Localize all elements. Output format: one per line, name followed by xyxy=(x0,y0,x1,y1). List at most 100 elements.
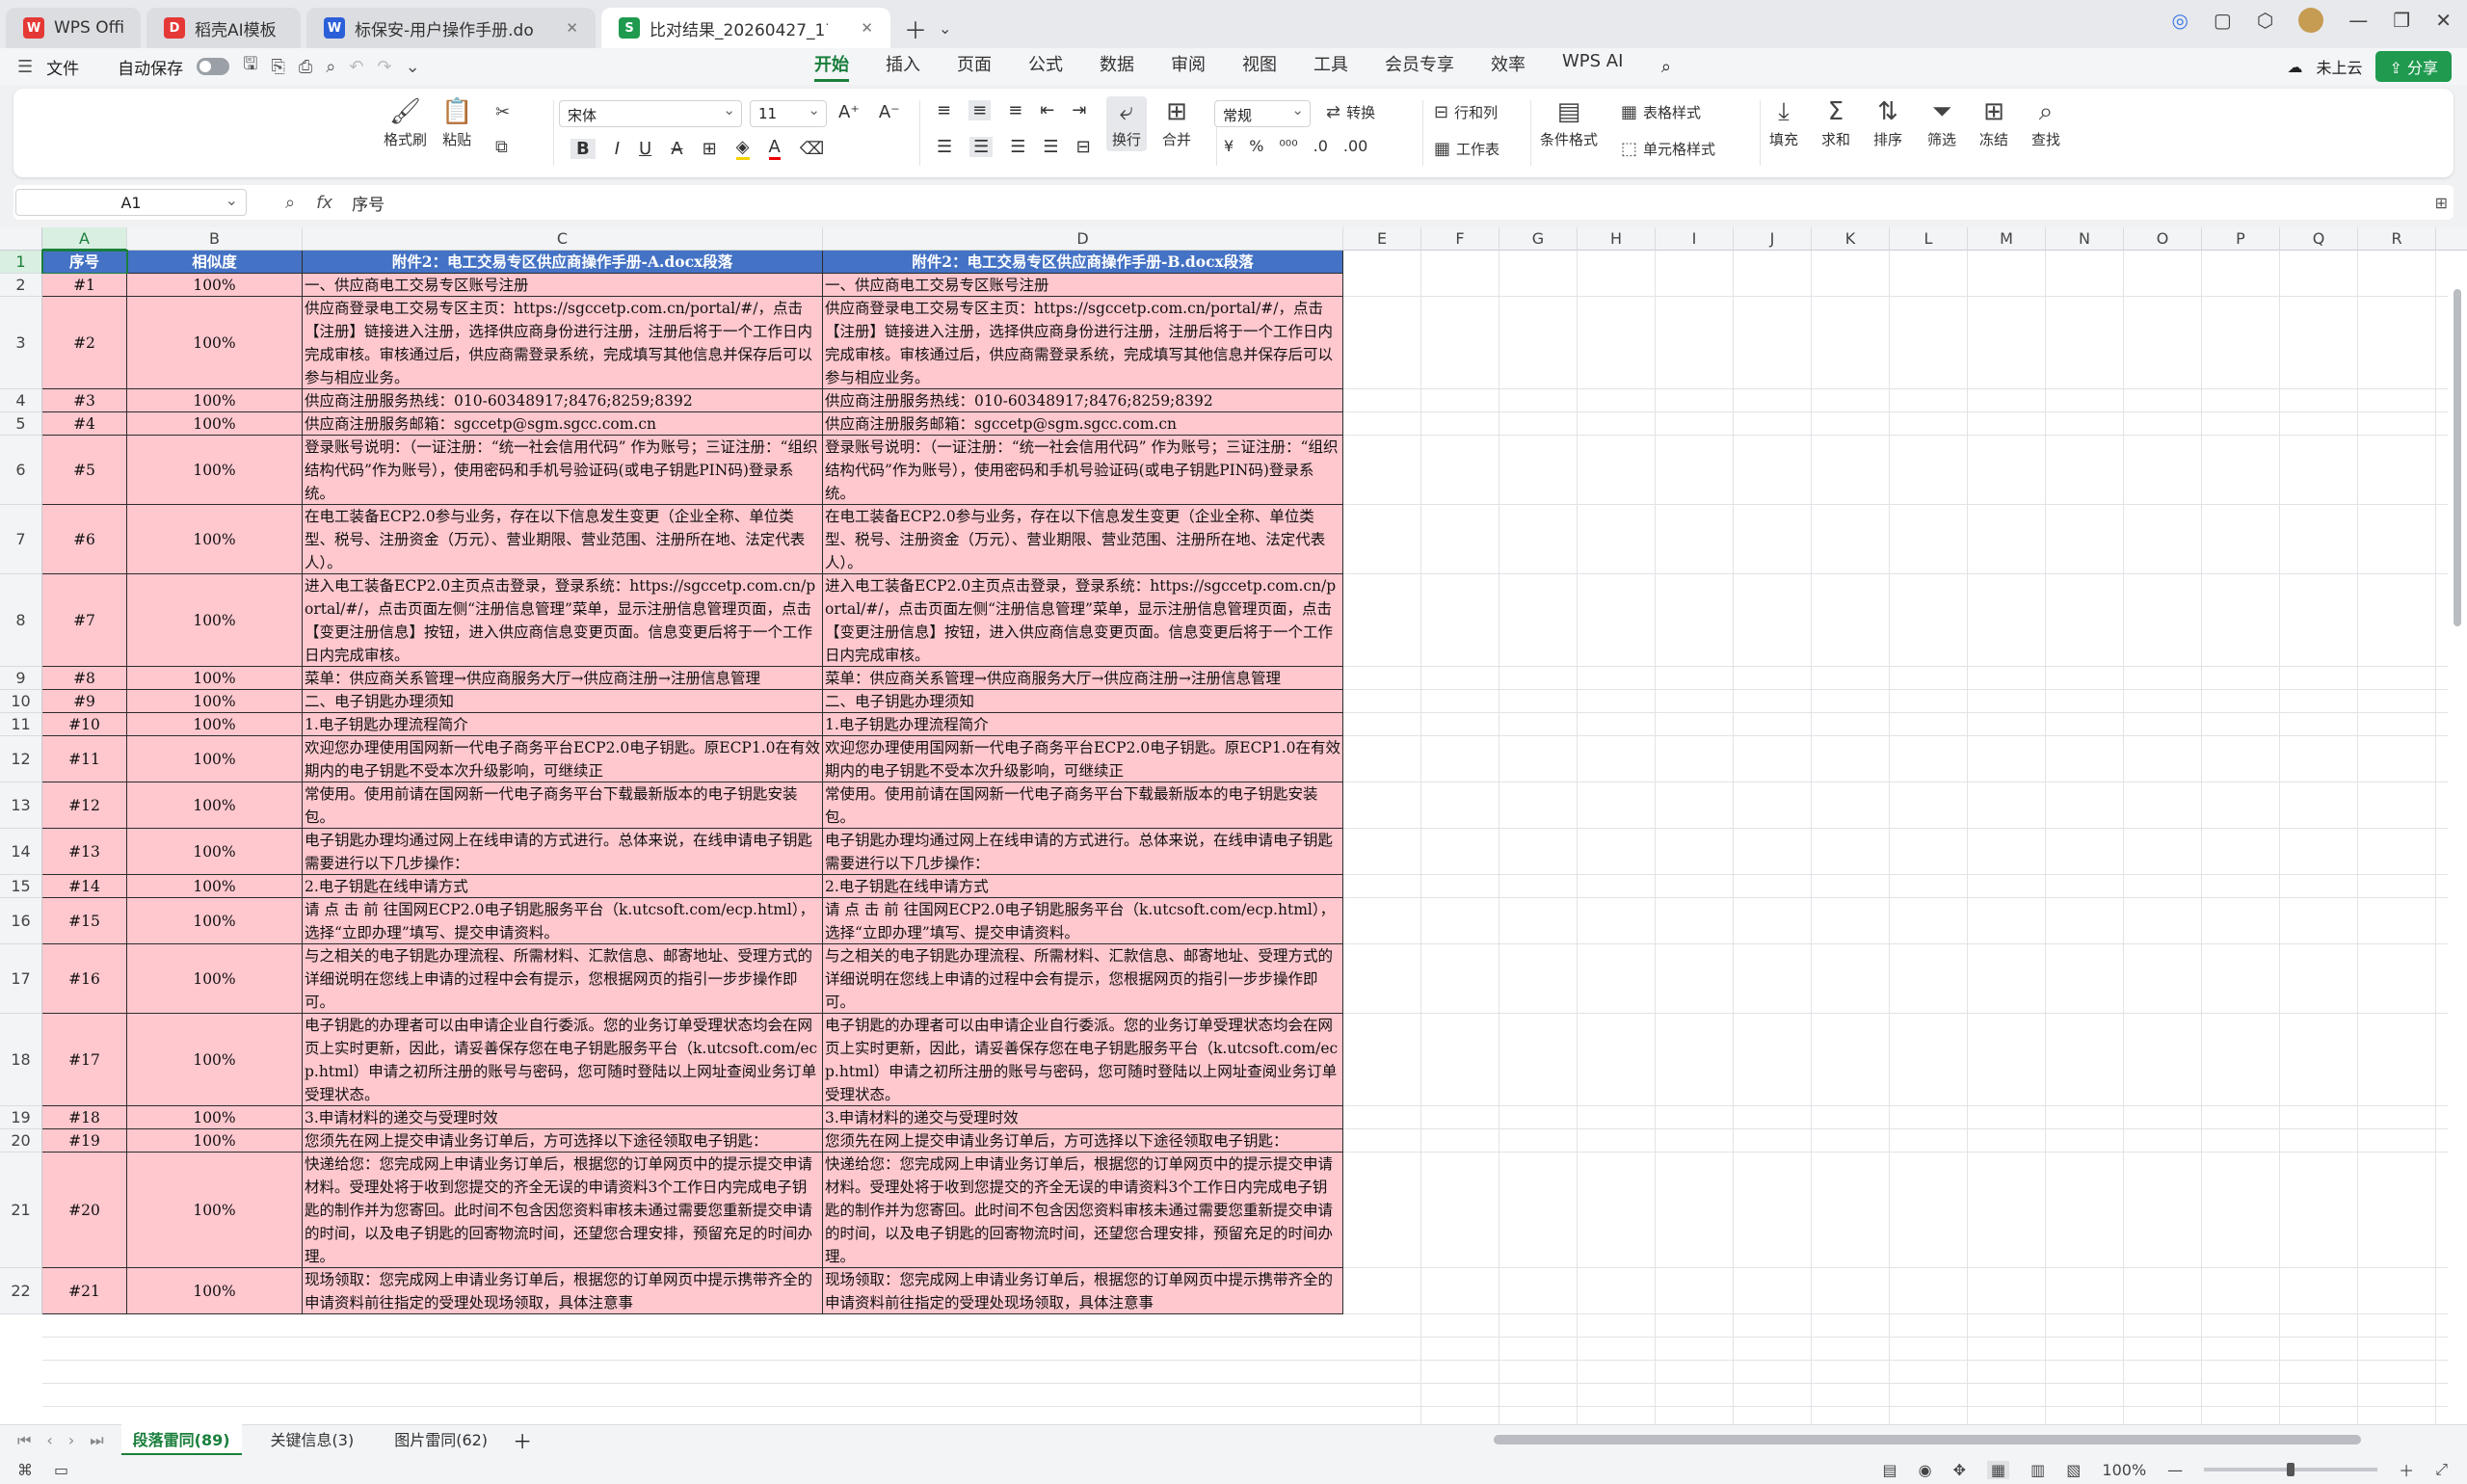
row-number-cell[interactable]: #7 xyxy=(42,574,127,667)
justify-icon[interactable]: ☰ xyxy=(1043,137,1058,157)
table-header-cell[interactable]: 附件2：电工交易专区供应商操作手册-B.docx段落 xyxy=(823,251,1343,274)
paragraph-a-cell[interactable]: 登录账号说明：（一证注册：“统一社会信用代码” 作为账号；三证注册：“组织结构代… xyxy=(303,436,823,505)
row-header[interactable]: 14 xyxy=(0,829,42,875)
row-number-cell[interactable]: #13 xyxy=(42,829,127,875)
zoom-formula-icon[interactable]: ⌕ xyxy=(285,193,295,213)
zoom-slider[interactable] xyxy=(2204,1463,2378,1476)
minimize-button[interactable]: — xyxy=(2348,9,2368,32)
column-header[interactable]: H xyxy=(1578,227,1656,251)
new-tab-button[interactable]: ＋ xyxy=(904,12,927,45)
row-header[interactable]: 16 xyxy=(0,898,42,944)
filter-button[interactable]: ⏷ 筛选 xyxy=(1927,98,1956,149)
similarity-cell[interactable]: 100% xyxy=(127,713,303,736)
row-header[interactable]: 5 xyxy=(0,412,42,436)
save-icon[interactable]: 🖫 xyxy=(243,52,257,81)
row-number-cell[interactable]: #2 xyxy=(42,297,127,389)
similarity-cell[interactable]: 100% xyxy=(127,1106,303,1129)
row-header[interactable]: 3 xyxy=(0,297,42,389)
paragraph-a-cell[interactable]: 2.电子钥匙在线申请方式 xyxy=(303,875,823,898)
table-style-button[interactable]: ▦ 表格样式 xyxy=(1621,102,1701,122)
row-number-cell[interactable]: #14 xyxy=(42,875,127,898)
font-color-icon[interactable]: A xyxy=(768,137,781,160)
row-number-cell[interactable]: #3 xyxy=(42,389,127,412)
row-number-cell[interactable]: #5 xyxy=(42,436,127,505)
column-header[interactable]: O xyxy=(2124,227,2202,251)
paragraph-b-cell[interactable]: 供应商注册服务邮箱：sgccetp@sgm.sgcc.com.cn xyxy=(823,412,1343,436)
page-break-icon[interactable]: ▧ xyxy=(2066,1461,2081,1479)
row-number-cell[interactable]: #19 xyxy=(42,1129,127,1153)
vertical-scrollbar[interactable] xyxy=(2452,251,2463,1407)
column-header[interactable]: B xyxy=(127,227,303,251)
file-menu[interactable]: 文件 xyxy=(46,55,79,79)
decrease-decimal-icon[interactable]: .00 xyxy=(1343,137,1367,155)
paragraph-a-cell[interactable]: 欢迎您办理使用国网新一代电子商务平台ECP2.0电子钥匙。原ECP1.0在有效期… xyxy=(303,736,823,782)
cut-button[interactable]: ✂ xyxy=(495,102,510,122)
similarity-cell[interactable]: 100% xyxy=(127,875,303,898)
paragraph-b-cell[interactable]: 请 点 击 前 往国网ECP2.0电子钥匙服务平台（k.utcsoft.com/… xyxy=(823,898,1343,944)
column-header[interactable]: L xyxy=(1890,227,1968,251)
reading-layout-icon[interactable]: ▤ xyxy=(1883,1461,1897,1479)
column-header[interactable]: S xyxy=(2436,227,2467,251)
spreadsheet-grid[interactable]: ABCDEFGHIJKLMNOPQRS1序号相似度附件2：电工交易专区供应商操作… xyxy=(0,227,2467,1424)
similarity-cell[interactable]: 100% xyxy=(127,505,303,574)
paragraph-a-cell[interactable]: 进入电工装备ECP2.0主页点击登录，登录系统：https://sgccetp.… xyxy=(303,574,823,667)
last-sheet-icon[interactable]: ⏭ xyxy=(90,1431,103,1450)
paragraph-a-cell[interactable]: 3.申请材料的递交与受理时效 xyxy=(303,1106,823,1129)
row-number-cell[interactable]: #10 xyxy=(42,713,127,736)
similarity-cell[interactable]: 100% xyxy=(127,1129,303,1153)
clear-format-icon[interactable]: ⌫ xyxy=(800,139,824,159)
eye-protection-icon[interactable]: ◉ xyxy=(1919,1461,1932,1479)
column-header[interactable]: I xyxy=(1656,227,1734,251)
percent-icon[interactable]: % xyxy=(1249,137,1263,155)
row-number-cell[interactable]: #4 xyxy=(42,412,127,436)
similarity-cell[interactable]: 100% xyxy=(127,829,303,875)
paragraph-a-cell[interactable]: 一、供应商电工交易专区账号注册 xyxy=(303,274,823,297)
ribbon-tab[interactable]: 效率 xyxy=(1491,51,1525,82)
zoom-in-button[interactable]: ＋ xyxy=(2399,1458,2414,1481)
sum-button[interactable]: Σ 求和 xyxy=(1821,98,1850,149)
column-header[interactable]: N xyxy=(2046,227,2124,251)
normal-view-icon[interactable]: ▦ xyxy=(1987,1460,2010,1479)
ribbon-tab[interactable]: 视图 xyxy=(1242,51,1277,82)
fullscreen-icon[interactable]: ⤢ xyxy=(2435,1460,2448,1479)
indent-increase-icon[interactable]: ⇥ xyxy=(1072,100,1086,120)
row-number-cell[interactable]: #15 xyxy=(42,898,127,944)
paragraph-b-cell[interactable]: 供应商登录电工交易专区主页：https://sgccetp.com.cn/por… xyxy=(823,297,1343,389)
horizontal-scroll-thumb[interactable] xyxy=(1494,1435,2361,1444)
align-top-icon[interactable]: ≡ xyxy=(937,100,951,120)
paragraph-b-cell[interactable]: 您须先在网上提交申请业务订单后，方可选择以下途径领取电子钥匙： xyxy=(823,1129,1343,1153)
row-header[interactable]: 21 xyxy=(0,1153,42,1268)
sort-button[interactable]: ⇅ 排序 xyxy=(1873,98,1902,149)
column-header[interactable]: J xyxy=(1734,227,1812,251)
ribbon-tab[interactable]: WPS AI xyxy=(1562,51,1623,82)
fill-color-icon[interactable]: ◈ xyxy=(735,137,750,160)
expand-formula-icon[interactable]: ⊞ xyxy=(2435,194,2448,212)
indent-decrease-icon[interactable]: ⇤ xyxy=(1040,100,1054,120)
ribbon-tab[interactable]: 公式 xyxy=(1028,51,1063,82)
paragraph-a-cell[interactable]: 1.电子钥匙办理流程简介 xyxy=(303,713,823,736)
row-header[interactable]: 19 xyxy=(0,1106,42,1129)
tab-list-chevron-icon[interactable]: ⌄ xyxy=(939,19,951,38)
cloud-status[interactable]: 未上云 xyxy=(2316,55,2362,78)
align-middle-icon[interactable]: ≡ xyxy=(968,100,992,120)
similarity-cell[interactable]: 100% xyxy=(127,297,303,389)
increase-decimal-icon[interactable]: .0 xyxy=(1313,137,1328,155)
increase-font-icon[interactable]: A⁺ xyxy=(838,102,860,122)
paragraph-b-cell[interactable]: 常使用。使用前请在国网新一代电子商务平台下载最新版本的电子钥匙安装包。 xyxy=(823,782,1343,829)
ribbon-tab[interactable]: 数据 xyxy=(1100,51,1134,82)
cell-style-button[interactable]: ⬚ 单元格样式 xyxy=(1621,139,1715,159)
row-number-cell[interactable]: #8 xyxy=(42,667,127,690)
search-icon[interactable]: ⌕ xyxy=(1661,57,1671,77)
zoom-level[interactable]: 100% xyxy=(2102,1461,2146,1479)
similarity-cell[interactable]: 100% xyxy=(127,944,303,1014)
row-header[interactable]: 22 xyxy=(0,1268,42,1314)
hamburger-icon[interactable]: ☰ xyxy=(17,57,33,77)
row-header[interactable]: 1 xyxy=(0,251,42,274)
paragraph-b-cell[interactable]: 一、供应商电工交易专区账号注册 xyxy=(823,274,1343,297)
focus-mode-icon[interactable]: ✥ xyxy=(1953,1461,1966,1479)
row-header[interactable]: 20 xyxy=(0,1129,42,1153)
align-bottom-icon[interactable]: ≡ xyxy=(1008,100,1022,120)
row-header[interactable]: 6 xyxy=(0,436,42,505)
page-layout-icon[interactable]: ▥ xyxy=(2030,1461,2045,1479)
paragraph-b-cell[interactable]: 与之相关的电子钥匙办理流程、所需材料、汇款信息、邮寄地址、受理方式的详细说明在您… xyxy=(823,944,1343,1014)
